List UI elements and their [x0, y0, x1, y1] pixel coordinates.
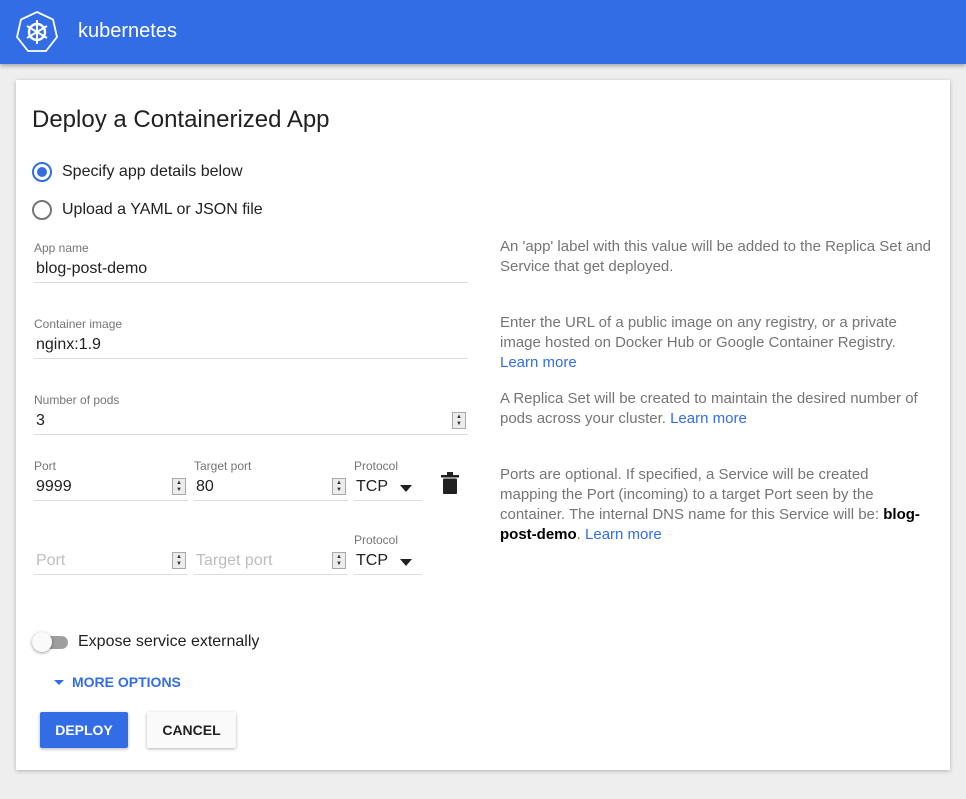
- radio-label: Upload a YAML or JSON file: [62, 201, 263, 218]
- expose-service-label: Expose service externally: [78, 633, 260, 650]
- expose-service-toggle[interactable]: [32, 632, 68, 652]
- port-field-empty: ▲▼: [34, 533, 188, 575]
- dropdown-caret-icon: [400, 559, 412, 566]
- target-port-spinner[interactable]: ▲ ▼: [332, 552, 346, 569]
- app-name-label: App name: [34, 241, 89, 255]
- target-port-input[interactable]: [194, 477, 348, 496]
- protocol-field: Protocol TCP: [354, 459, 422, 501]
- deploy-button[interactable]: DEPLOY: [40, 712, 128, 748]
- container-image-field: Container image: [34, 317, 468, 359]
- learn-more-link[interactable]: Learn more: [585, 526, 662, 543]
- learn-more-link[interactable]: Learn more: [500, 354, 577, 371]
- protocol-value: TCP: [356, 551, 388, 569]
- target-port-label: Target port: [194, 459, 252, 473]
- delete-port-icon[interactable]: [441, 472, 459, 494]
- container-image-label: Container image: [34, 317, 123, 331]
- help-text: Enter the URL of a public image on any r…: [500, 314, 897, 351]
- app-name-input[interactable]: [34, 259, 468, 278]
- pods-spinner[interactable]: ▲ ▼: [452, 412, 466, 429]
- radio-label: Specify app details below: [62, 163, 243, 180]
- more-options-label: MORE OPTIONS: [72, 674, 181, 690]
- caret-down-icon: [54, 679, 64, 685]
- pods-label: Number of pods: [34, 393, 120, 407]
- protocol-label: Protocol: [354, 459, 399, 473]
- target-port-field: Target port ▲▼: [194, 459, 348, 501]
- protocol-value: TCP: [356, 477, 388, 495]
- help-text: An 'app' label with this value will be a…: [500, 238, 932, 275]
- ports-help: Ports are optional. If specified, a Serv…: [500, 466, 920, 543]
- kubernetes-logo-icon[interactable]: [15, 10, 59, 54]
- pods-help: A Replica Set will be created to maintai…: [500, 389, 940, 429]
- cancel-button[interactable]: CANCEL: [147, 712, 236, 748]
- target-port-field-empty: ▲▼: [194, 533, 348, 575]
- port-field: Port ▲▼: [34, 459, 188, 501]
- more-options-button[interactable]: MORE OPTIONS: [54, 674, 181, 690]
- help-text: Ports are optional. If specified, a Serv…: [500, 466, 880, 523]
- protocol-select[interactable]: TCP: [354, 547, 422, 575]
- port-input-empty[interactable]: [34, 551, 188, 570]
- top-bar: kubernetes: [0, 0, 966, 64]
- target-port-input-empty[interactable]: [194, 551, 348, 570]
- protocol-field-empty: Protocol TCP: [354, 533, 422, 575]
- container-image-input[interactable]: [34, 335, 468, 354]
- radio-button-unchecked[interactable]: [32, 200, 52, 220]
- brand-name[interactable]: kubernetes: [78, 20, 177, 43]
- page-title: Deploy a Containerized App: [32, 106, 330, 133]
- learn-more-link[interactable]: Learn more: [670, 410, 747, 427]
- protocol-select[interactable]: TCP: [354, 473, 422, 501]
- pods-field: Number of pods ▲▼: [34, 393, 468, 435]
- radio-button-checked[interactable]: [32, 162, 52, 182]
- target-port-spinner[interactable]: ▲ ▼: [332, 478, 346, 495]
- port-spinner[interactable]: ▲ ▼: [172, 552, 186, 569]
- port-label: Port: [34, 459, 57, 473]
- container-image-help: Enter the URL of a public image on any r…: [500, 313, 940, 373]
- pods-input[interactable]: [34, 411, 468, 430]
- protocol-label: Protocol: [354, 533, 399, 547]
- port-input[interactable]: [34, 477, 188, 496]
- radio-specify-details[interactable]: Specify app details below: [32, 162, 243, 182]
- port-spinner[interactable]: ▲ ▼: [172, 478, 186, 495]
- radio-upload-file[interactable]: Upload a YAML or JSON file: [32, 200, 263, 220]
- app-name-field: App name: [34, 241, 468, 283]
- expose-service-toggle-row[interactable]: Expose service externally: [32, 632, 259, 652]
- app-name-help: An 'app' label with this value will be a…: [500, 237, 940, 277]
- dropdown-caret-icon: [400, 485, 412, 492]
- deploy-card: Deploy a Containerized App Specify app d…: [16, 80, 950, 770]
